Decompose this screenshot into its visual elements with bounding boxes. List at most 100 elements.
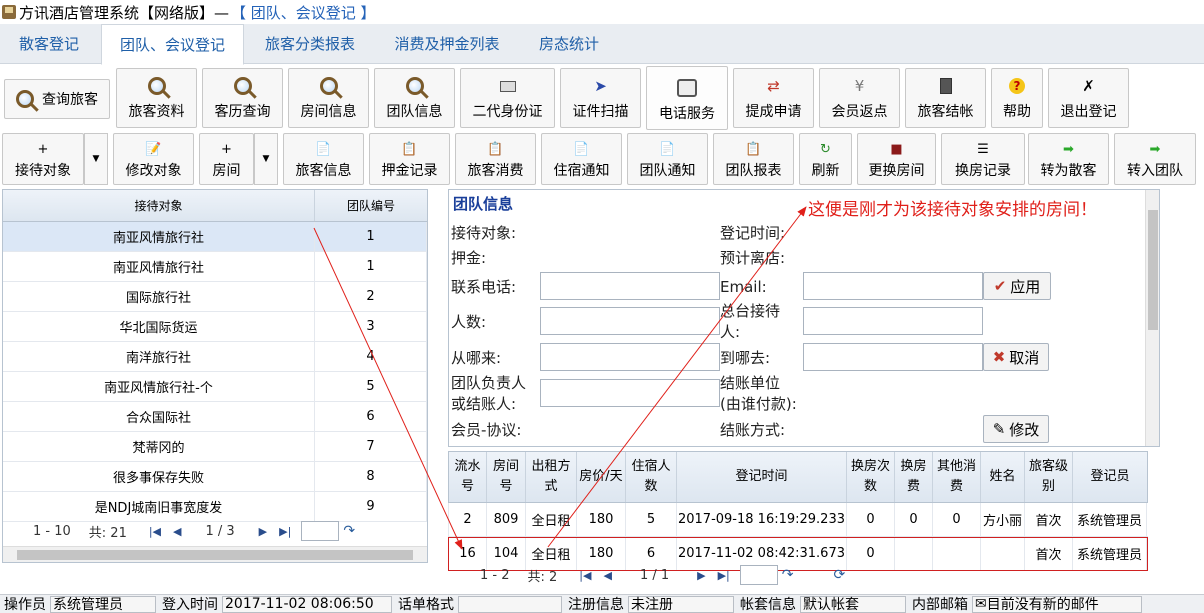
- cancel-button[interactable]: ✖ 取消: [983, 343, 1049, 371]
- from-field[interactable]: [540, 343, 720, 371]
- reception-name: 合众国际社: [3, 402, 315, 431]
- id-card-icon: [497, 75, 519, 97]
- tab-room-stats[interactable]: 房态统计: [526, 24, 612, 64]
- col-header-change-fee[interactable]: 换房费: [895, 452, 933, 502]
- table-row[interactable]: 很多事保存失败 8: [3, 462, 427, 492]
- table-row[interactable]: 南洋旅行社 4: [3, 342, 427, 372]
- to-individual-button[interactable]: ➡ 转为散客: [1028, 133, 1109, 185]
- col-header-rent-type[interactable]: 出租方式: [526, 452, 577, 502]
- email-field[interactable]: [803, 272, 983, 300]
- table-row[interactable]: 南亚风情旅行社 1: [3, 252, 427, 282]
- member-rebate-button[interactable]: ¥ 会员返点: [819, 68, 900, 128]
- query-guest-button[interactable]: 查询旅客: [4, 79, 110, 119]
- room-dropdown-icon[interactable]: ▼: [254, 133, 278, 185]
- col-header-occupants[interactable]: 住宿人数: [626, 452, 677, 502]
- room-button[interactable]: + 房间: [199, 133, 254, 185]
- stay-notice-button[interactable]: 📄 住宿通知: [541, 133, 622, 185]
- apply-button[interactable]: ✔ 应用: [983, 272, 1051, 300]
- modify-target-button[interactable]: 📝 修改对象: [113, 133, 194, 185]
- table-row[interactable]: 国际旅行社 2: [3, 282, 427, 312]
- col-header-reception[interactable]: 接待对象: [3, 190, 315, 221]
- history-query-button[interactable]: 客历查询: [202, 68, 283, 128]
- next-page-icon[interactable]: ▶: [259, 525, 267, 538]
- first-page-icon[interactable]: |◀: [579, 569, 591, 582]
- col-header-serial[interactable]: 流水号: [449, 452, 487, 502]
- info-vertical-scrollbar[interactable]: [1145, 190, 1159, 446]
- guest-consumption-button[interactable]: 📋 旅客消费: [455, 133, 536, 185]
- room-info-button[interactable]: 房间信息: [288, 68, 369, 128]
- next-page-icon[interactable]: ▶: [697, 569, 705, 582]
- col-header-group-no[interactable]: 团队编号: [315, 190, 427, 221]
- guest-checkout-button[interactable]: 旅客结帐: [905, 68, 986, 128]
- exit-registration-button[interactable]: ✗ 退出登记: [1048, 68, 1129, 128]
- table-row[interactable]: 华北国际货运 3: [3, 312, 427, 342]
- arrow-right-icon: ➡: [1149, 141, 1161, 157]
- prev-page-icon[interactable]: ◀: [603, 569, 611, 582]
- table-row[interactable]: 南亚风情旅行社-个 5: [3, 372, 427, 402]
- col-header-clerk[interactable]: 登记员: [1073, 452, 1147, 502]
- guest-info-button[interactable]: 旅客资料: [116, 68, 197, 128]
- registration-value: 未注册: [628, 595, 734, 613]
- desk-receptionist-field[interactable]: [803, 307, 983, 335]
- group-no: 2: [315, 282, 427, 311]
- to-field[interactable]: [803, 343, 983, 371]
- go-page-icon[interactable]: ↷: [343, 523, 355, 539]
- magnifier-icon: [146, 75, 168, 97]
- desk-label-1: 总台接待: [720, 302, 781, 320]
- horizontal-scrollbar[interactable]: [3, 546, 427, 562]
- col-header-name[interactable]: 姓名: [981, 452, 1025, 502]
- pager-range: 1 - 2: [480, 567, 510, 583]
- page-number-input[interactable]: [301, 521, 340, 541]
- phone-field[interactable]: [540, 272, 720, 300]
- modify-button[interactable]: ✎ 修改: [983, 415, 1049, 443]
- group-info-panel: 团队信息 接待对象: 登记时间: 押金: 预计离店: 联系电话: Email: …: [448, 189, 1160, 447]
- table-row[interactable]: 合众国际社 6: [3, 402, 427, 432]
- page-number-input[interactable]: [739, 565, 778, 585]
- reception-target-button[interactable]: + 接待对象: [2, 133, 84, 185]
- prev-page-icon[interactable]: ◀: [173, 525, 181, 538]
- deposit-record-button[interactable]: 📋 押金记录: [369, 133, 450, 185]
- to-group-button[interactable]: ➡ 转入团队: [1114, 133, 1196, 185]
- commission-button[interactable]: ⇄ 提成申请: [733, 68, 814, 128]
- cell: 方小丽: [981, 503, 1025, 536]
- group-notice-button[interactable]: 📄 团队通知: [627, 133, 708, 185]
- refresh-button[interactable]: ↻ 刷新: [799, 133, 852, 185]
- group-report-button[interactable]: 📋 团队报表: [713, 133, 794, 185]
- col-header-level[interactable]: 旅客级别: [1025, 452, 1073, 502]
- change-room-button[interactable]: ■ 更换房间: [857, 133, 936, 185]
- group-info-button[interactable]: 团队信息: [374, 68, 455, 128]
- help-button[interactable]: ? 帮助: [991, 68, 1043, 128]
- col-header-room-changes[interactable]: 换房次数: [847, 452, 895, 502]
- table-row[interactable]: 南亚风情旅行社 1: [3, 222, 427, 252]
- scan-document-button[interactable]: ➤ 证件扫描: [560, 68, 641, 128]
- col-header-other[interactable]: 其他消费: [933, 452, 981, 502]
- tab-group-meeting[interactable]: 团队、会议登记: [101, 24, 244, 65]
- reception-dropdown-icon[interactable]: ▼: [84, 133, 108, 185]
- group-no: 1: [315, 222, 427, 251]
- guest-info-button-2[interactable]: 📄 旅客信息: [283, 133, 364, 185]
- refresh-icon[interactable]: ⟳: [834, 567, 846, 583]
- tab-individual-checkin[interactable]: 散客登记: [4, 24, 94, 64]
- room-grid: 流水号 房间号 出租方式 房价/天 住宿人数 登记时间 换房次数 换房费 其他消…: [448, 451, 1148, 571]
- room-pager: 1 - 2 共: 2 |◀ ◀ 1 / 1 ▶ ▶| ↷ ⟳: [448, 562, 908, 588]
- tab-consumption-list[interactable]: 消费及押金列表: [380, 24, 514, 64]
- col-header-room-no[interactable]: 房间号: [487, 452, 526, 502]
- go-page-icon[interactable]: ↷: [782, 567, 794, 583]
- table-row[interactable]: 2 809 全日租 180 5 2017-09-18 16:19:29.233 …: [448, 503, 1148, 537]
- annotation-text: 这便是刚才为该接待对象安排的房间！: [808, 200, 1097, 220]
- first-page-icon[interactable]: |◀: [149, 525, 161, 538]
- phone-service-button[interactable]: 电话服务: [646, 66, 728, 130]
- col-header-price[interactable]: 房价/天: [577, 452, 626, 502]
- id-card-button[interactable]: 二代身份证: [460, 68, 555, 128]
- leader-field[interactable]: [540, 379, 720, 407]
- last-page-icon[interactable]: ▶|: [718, 569, 730, 582]
- account-value: 默认帐套: [800, 595, 906, 613]
- room-change-record-button[interactable]: ☰ 换房记录: [941, 133, 1025, 185]
- last-page-icon[interactable]: ▶|: [279, 525, 291, 538]
- people-field[interactable]: [540, 307, 720, 335]
- tab-guest-report[interactable]: 旅客分类报表: [252, 24, 368, 64]
- table-row[interactable]: 梵蒂冈的 7: [3, 432, 427, 462]
- col-header-reg-time[interactable]: 登记时间: [677, 452, 847, 502]
- cell: 0: [895, 503, 933, 536]
- id-card-label: 二代身份证: [472, 104, 543, 120]
